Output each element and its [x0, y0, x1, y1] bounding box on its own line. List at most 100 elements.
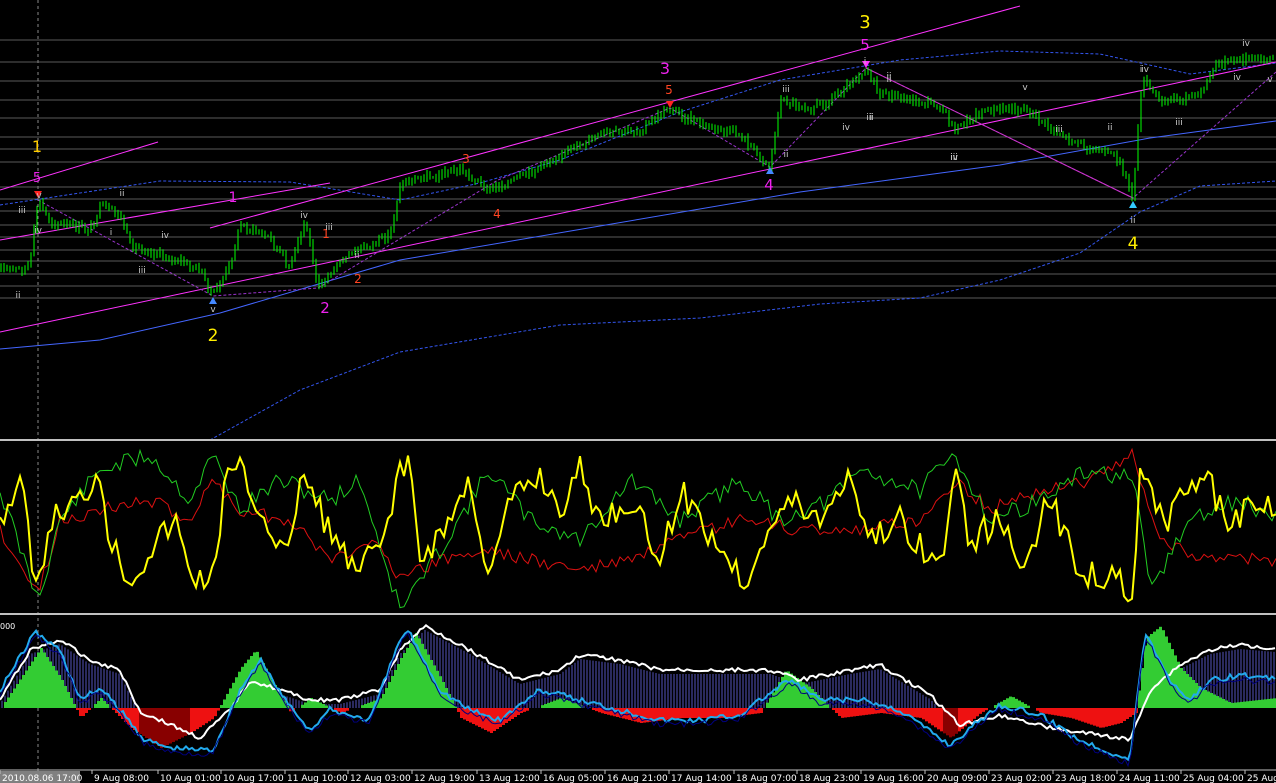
macd-histogram-bar	[430, 660, 433, 708]
macd-histogram-bar	[256, 651, 259, 708]
roman-label: iii	[138, 266, 146, 276]
macd-histogram-bar	[1096, 708, 1099, 727]
macd-histogram-bar	[13, 688, 16, 708]
time-label: 2010.08.06 17:00	[2, 774, 83, 783]
macd-histogram-bar	[424, 649, 427, 708]
macd-histogram-bar	[838, 708, 841, 716]
macd-histogram-bar	[1024, 703, 1027, 708]
macd-histogram-bar	[1069, 708, 1072, 718]
wave-label: 5	[33, 171, 41, 186]
macd-histogram-bar	[190, 708, 193, 733]
macd-histogram-bar	[1243, 701, 1246, 708]
macd-histogram-bar	[457, 708, 460, 712]
macd-histogram-bar	[1105, 708, 1108, 727]
macd-histogram-bar	[166, 708, 169, 745]
macd-histogram-bar	[559, 698, 562, 708]
macd-histogram-bar	[958, 708, 961, 732]
macd-histogram-bar	[1156, 629, 1159, 708]
macd-histogram-bar	[4, 702, 7, 708]
macd-histogram-bar	[979, 708, 982, 714]
macd-histogram-bar	[1126, 708, 1129, 719]
macd-histogram-bar	[853, 708, 856, 717]
macd-histogram-bar	[1057, 708, 1060, 716]
roman-label: iv	[1141, 65, 1150, 75]
macd-histogram-bar	[208, 708, 211, 722]
macd-histogram-bar	[676, 708, 679, 719]
macd-histogram-bar	[970, 708, 973, 722]
wave-label: 5	[860, 36, 870, 54]
macd-histogram-bar	[865, 708, 868, 715]
macd-histogram-bar	[220, 705, 223, 708]
macd-histogram-bar	[1141, 668, 1144, 708]
roman-label: v	[1267, 75, 1273, 85]
macd-histogram-bar	[106, 704, 109, 708]
macd-histogram-bar	[688, 708, 691, 718]
roman-label: iv	[1233, 73, 1242, 83]
macd-histogram-bar	[685, 708, 688, 718]
macd-histogram-bar	[1072, 708, 1075, 719]
macd-histogram-bar	[1099, 708, 1102, 728]
roman-label: ii	[1130, 216, 1135, 226]
macd-histogram-bar	[85, 708, 88, 713]
time-label: 16 Aug 05:00	[543, 774, 604, 783]
macd-histogram-bar	[664, 708, 667, 720]
macd-histogram-bar	[1120, 708, 1123, 723]
macd-histogram-bar	[1093, 708, 1096, 726]
macd-histogram-bar	[1066, 708, 1069, 718]
time-label: 19 Aug 16:00	[863, 774, 924, 783]
macd-histogram-bar	[217, 708, 220, 711]
macd-histogram-bar	[163, 708, 166, 747]
macd-histogram-bar	[400, 658, 403, 708]
macd-histogram-bar	[151, 708, 154, 742]
macd-histogram-bar	[1255, 700, 1258, 708]
roman-label: iv	[34, 226, 43, 236]
macd-histogram-bar	[10, 693, 13, 708]
time-label: 23 Aug 02:00	[991, 774, 1052, 783]
macd-histogram-bar	[844, 708, 847, 718]
macd-histogram-bar	[361, 705, 364, 708]
macd-histogram-bar	[835, 708, 838, 713]
wave-label: 3	[859, 12, 870, 33]
macd-histogram-bar	[976, 708, 979, 717]
macd-histogram-bar	[841, 708, 844, 718]
macd-histogram-bar	[1078, 708, 1081, 721]
macd-histogram-bar	[55, 670, 58, 708]
macd-histogram-bar	[568, 701, 571, 708]
macd-histogram-bar	[574, 703, 577, 708]
time-label: 13 Aug 12:00	[479, 774, 540, 783]
macd-histogram-bar	[1111, 708, 1114, 726]
macd-histogram-bar	[1270, 698, 1273, 708]
macd-histogram-bar	[1153, 631, 1156, 708]
macd-histogram-bar	[319, 702, 322, 708]
macd-histogram-bar	[1228, 702, 1231, 708]
macd-histogram-bar	[1207, 691, 1210, 708]
macd-histogram-bar	[205, 708, 208, 724]
macd-histogram-bar	[7, 697, 10, 708]
macd-histogram-bar	[1015, 698, 1018, 708]
macd-scale-label: 000	[0, 622, 15, 631]
macd-histogram-bar	[427, 654, 430, 708]
macd-histogram-bar	[382, 694, 385, 708]
macd-histogram-bar	[202, 708, 205, 726]
macd-histogram-bar	[442, 682, 445, 708]
trading-chart[interactable]: 152112234354354 iiiiiivv iiiiiiivviiiiiiv…	[0, 0, 1276, 783]
macd-histogram-bar	[70, 698, 73, 708]
macd-histogram-bar	[370, 701, 373, 708]
macd-histogram-bar	[826, 704, 829, 708]
roman-label: iii	[950, 153, 958, 163]
roman-label: iv	[1242, 39, 1251, 49]
macd-histogram-bar	[856, 708, 859, 716]
macd-histogram-bar	[832, 708, 835, 710]
macd-histogram-bar	[982, 708, 985, 712]
macd-histogram-bar	[592, 708, 595, 710]
roman-label: v	[1022, 83, 1028, 93]
macd-histogram-bar	[949, 708, 952, 738]
macd-histogram-bar	[1045, 708, 1048, 714]
macd-histogram-bar	[1009, 696, 1012, 708]
macd-histogram-bar	[307, 700, 310, 708]
macd-histogram-bar	[1090, 708, 1093, 725]
macd-histogram-bar	[160, 708, 163, 748]
macd-histogram-bar	[43, 652, 46, 708]
macd-histogram-bar	[1186, 674, 1189, 708]
macd-histogram-bar	[19, 679, 22, 708]
